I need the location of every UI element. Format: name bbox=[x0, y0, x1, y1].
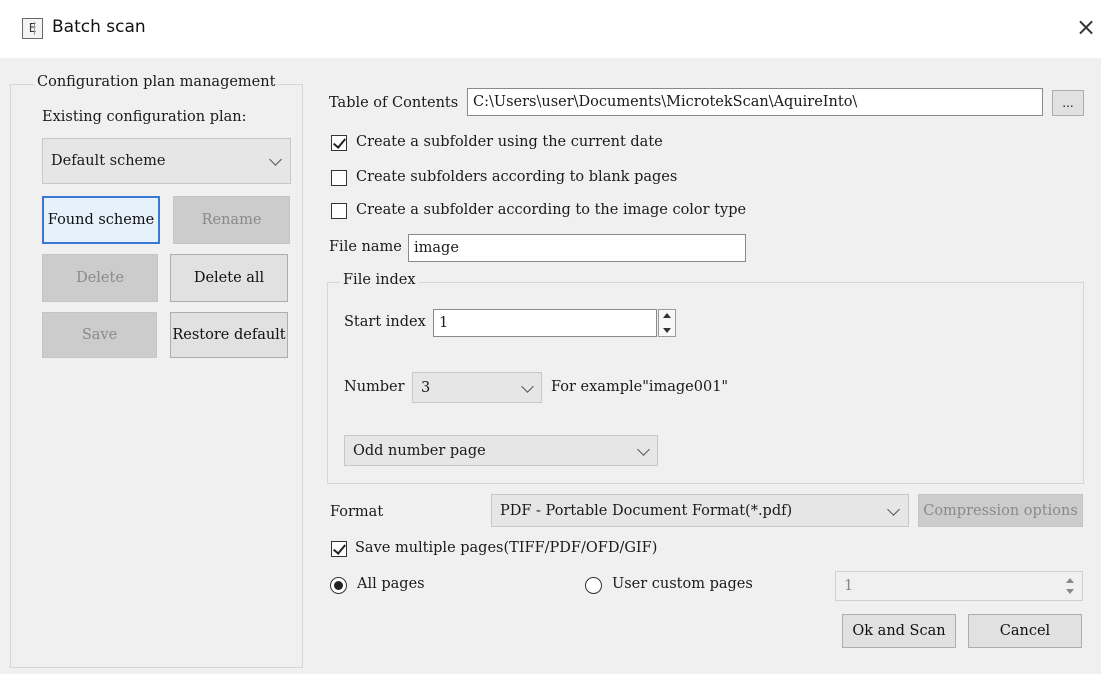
spin-up-icon[interactable] bbox=[1066, 578, 1074, 583]
chevron-down-icon bbox=[887, 503, 900, 516]
delete-all-button[interactable]: Delete all bbox=[170, 254, 288, 302]
page-mode-value: Odd number page bbox=[353, 442, 486, 459]
chevron-down-icon bbox=[269, 153, 282, 166]
radio-custom-label: User custom pages bbox=[612, 576, 753, 592]
spin-up-icon[interactable] bbox=[663, 313, 671, 318]
plan-group-title: Configuration plan management bbox=[34, 74, 279, 90]
ok-and-scan-button[interactable]: Ok and Scan bbox=[842, 614, 956, 648]
start-index-spinner-icon[interactable] bbox=[658, 309, 676, 337]
browse-button[interactable]: ... bbox=[1052, 90, 1084, 116]
file-index-title: File index bbox=[340, 272, 419, 288]
file-name-label: File name bbox=[329, 239, 402, 255]
page-mode-select[interactable]: Odd number page bbox=[344, 435, 658, 466]
format-select[interactable]: PDF - Portable Document Format(*.pdf) bbox=[491, 494, 909, 527]
compression-options-button[interactable]: Compression options bbox=[918, 494, 1083, 527]
chk-color-subfolder[interactable] bbox=[331, 203, 347, 219]
delete-button[interactable]: Delete bbox=[42, 254, 158, 302]
chk-date-label: Create a subfolder using the current dat… bbox=[356, 134, 663, 150]
chk-blank-subfolder[interactable] bbox=[331, 170, 347, 186]
radio-all-label: All pages bbox=[357, 576, 425, 592]
chk-color-label: Create a subfolder according to the imag… bbox=[356, 202, 747, 218]
chk-multi-page[interactable] bbox=[331, 541, 347, 557]
spin-down-icon[interactable] bbox=[663, 328, 671, 333]
file-name-value: image bbox=[414, 240, 459, 256]
number-select-value: 3 bbox=[421, 379, 431, 396]
format-label: Format bbox=[330, 504, 384, 520]
existing-plan-label: Existing configuration plan: bbox=[42, 109, 247, 125]
start-index-value: 1 bbox=[439, 315, 449, 331]
number-select[interactable]: 3 bbox=[412, 372, 542, 403]
close-icon[interactable]: × bbox=[1073, 12, 1099, 42]
chk-date-subfolder[interactable] bbox=[331, 135, 347, 151]
custom-pages-value: 1 bbox=[844, 578, 854, 594]
chevron-down-icon bbox=[521, 380, 534, 393]
radio-all-pages[interactable] bbox=[330, 577, 347, 594]
format-value: PDF - Portable Document Format(*.pdf) bbox=[500, 502, 793, 519]
app-icon: E bbox=[22, 18, 43, 39]
radio-custom-pages[interactable] bbox=[585, 577, 602, 594]
found-scheme-button[interactable]: Found scheme bbox=[42, 196, 160, 244]
example-label: For example"image001" bbox=[551, 379, 729, 395]
number-label: Number bbox=[344, 379, 405, 395]
window-title: Batch scan bbox=[52, 17, 146, 37]
chk-multi-label: Save multiple pages(TIFF/PDF/OFD/GIF) bbox=[355, 540, 658, 556]
chevron-down-icon bbox=[637, 443, 650, 456]
cancel-button[interactable]: Cancel bbox=[968, 614, 1082, 648]
file-name-input[interactable]: image bbox=[408, 234, 746, 262]
save-button[interactable]: Save bbox=[42, 312, 157, 358]
custom-pages-spinner-icon[interactable] bbox=[1064, 577, 1078, 595]
restore-default-button[interactable]: Restore default bbox=[170, 312, 288, 358]
title-bar: E Batch scan × bbox=[0, 0, 1101, 58]
chk-blank-label: Create subfolders according to blank pag… bbox=[356, 169, 678, 185]
scheme-select[interactable]: Default scheme bbox=[42, 138, 291, 184]
spin-down-icon[interactable] bbox=[1066, 589, 1074, 594]
rename-button[interactable]: Rename bbox=[173, 196, 290, 244]
start-index-label: Start index bbox=[344, 314, 426, 330]
toc-label: Table of Contents bbox=[329, 95, 459, 111]
toc-path-value: C:\Users\user\Documents\MicrotekScan\Aqu… bbox=[473, 94, 858, 110]
toc-path-input[interactable]: C:\Users\user\Documents\MicrotekScan\Aqu… bbox=[467, 88, 1043, 116]
custom-pages-input[interactable]: 1 bbox=[835, 571, 1083, 601]
scheme-select-value: Default scheme bbox=[51, 153, 166, 169]
start-index-input[interactable]: 1 bbox=[433, 309, 657, 337]
